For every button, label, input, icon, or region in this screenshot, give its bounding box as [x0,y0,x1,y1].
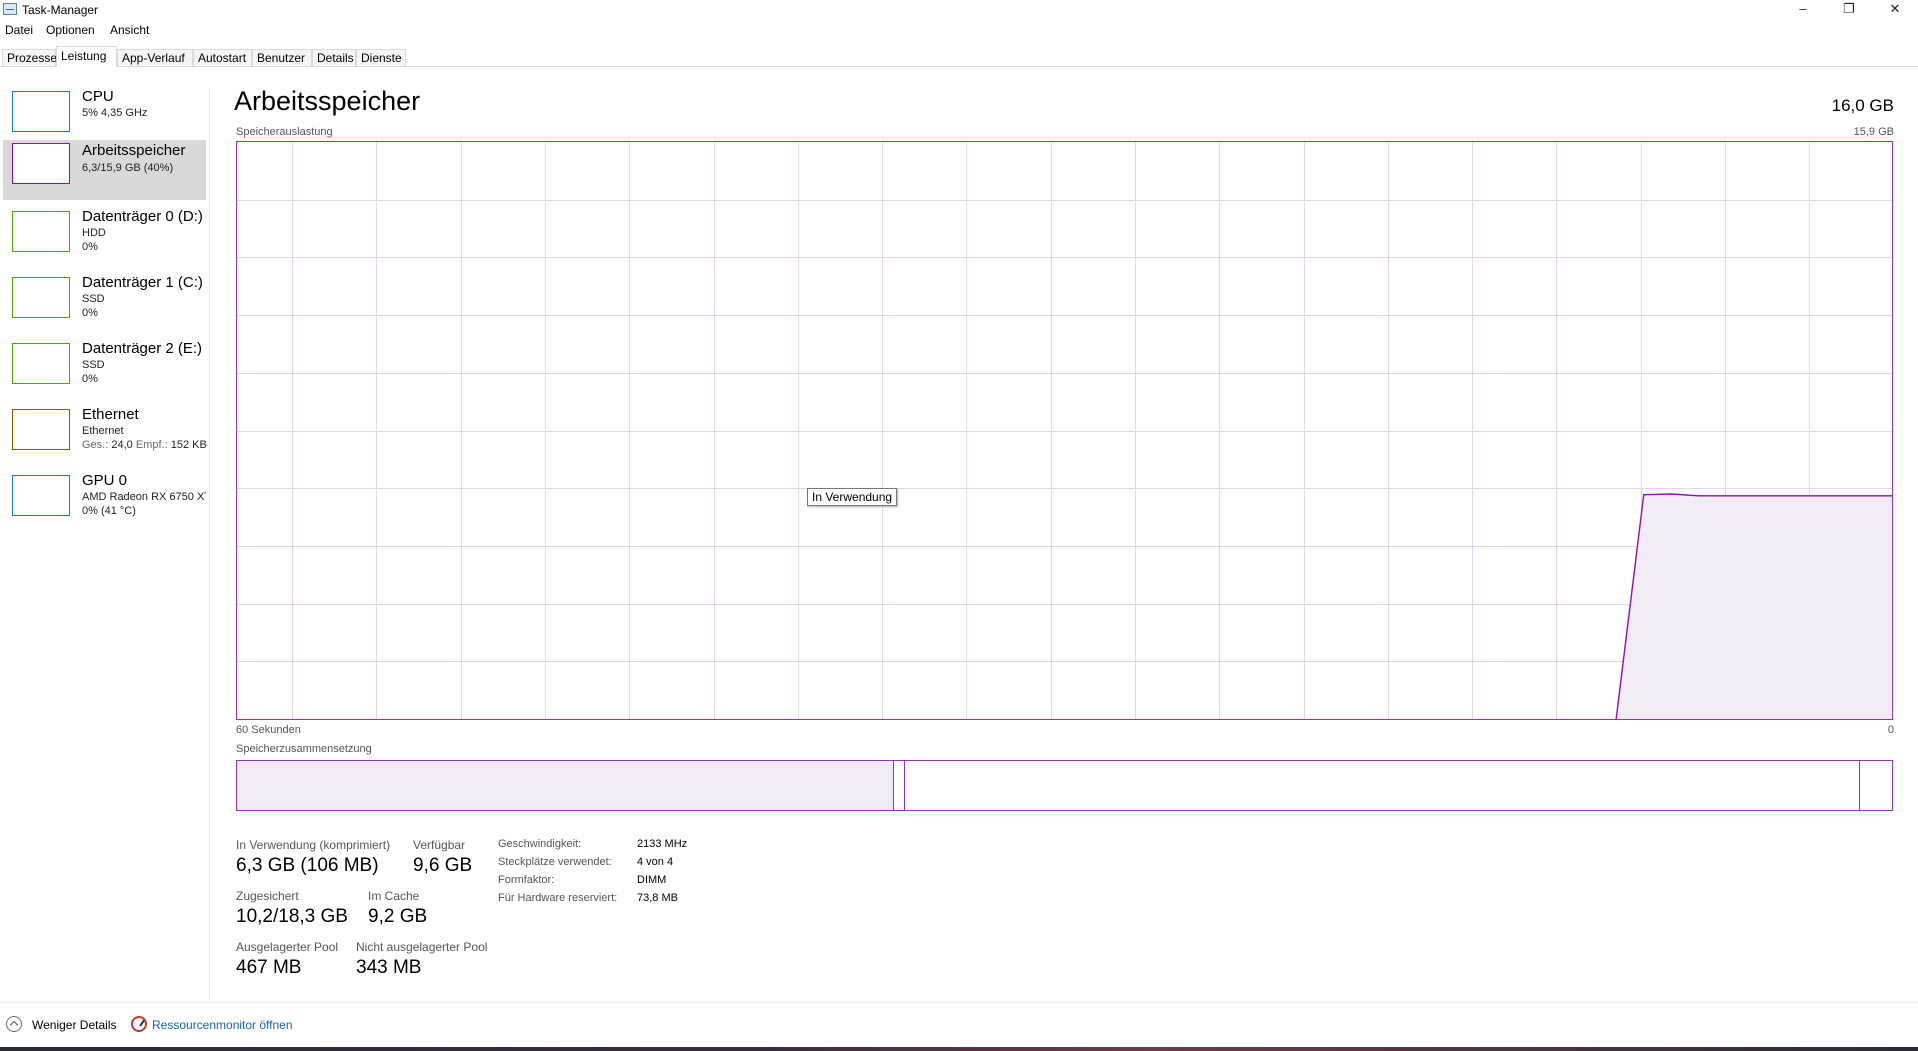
composition-label: Speicherzusammensetzung [236,743,372,755]
hardware-reserved-label: Für Hardware reserviert: [498,892,618,904]
committed-value: 10,2/18,3 GB [236,906,348,927]
resource-monitor-label: Ressourcenmonitor öffnen [152,1018,293,1032]
memory-usage-graph[interactable] [236,141,1893,720]
usage-chart-max: 15,9 GB [1853,126,1894,138]
resource-monitor-icon [131,1016,147,1032]
sidebar-item-name: Arbeitsspeicher [82,142,186,159]
send-value: 24,0 [111,439,133,451]
tab-details[interactable]: Details [312,49,356,66]
in-use-tooltip: In Verwendung [807,488,898,506]
sidebar-item-detail: 5% 4,35 GHz [82,107,148,119]
ethernet-thumbnail-graph [12,409,70,450]
sidebar-item-cpu[interactable]: CPU 5% 4,35 GHz [3,88,206,148]
tab-benutzer[interactable]: Benutzer [252,49,312,66]
footer-divider [0,1002,1918,1003]
available-label: Verfügbar [413,838,466,852]
disk0-thumbnail-graph [12,211,70,252]
sidebar-item-arbeitsspeicher[interactable]: Arbeitsspeicher 6,3/15,9 GB (40%) [3,140,206,200]
tab-dienste[interactable]: Dienste [356,49,406,66]
sidebar-item-gpu-0[interactable]: GPU 0 AMD Radeon RX 6750 XT 0% (41 °C) [3,472,206,532]
maximize-button[interactable]: ❐ [1826,0,1872,20]
receive-value: 152 KB [170,439,207,451]
sidebar-item-usage: 0% (41 °C) [82,505,136,517]
in-use-segment [237,761,893,810]
nonpaged-pool-value: 343 MB [356,957,422,978]
in-use-area [1616,494,1892,719]
cpu-thumbnail-graph [12,91,70,132]
sidebar-item-name: Datenträger 1 (C:) [82,274,203,291]
cached-label: Im Cache [368,889,420,903]
modified-segment [893,761,904,810]
hardware-reserved-value: 73,8 MB [637,892,678,904]
time-axis-end: 0 [1887,724,1894,736]
receive-label: Empf.: [135,439,168,451]
send-label: Ges.: [82,439,109,451]
chevron-up-icon [6,1016,22,1032]
sidebar-item-name: Datenträger 2 (E:) [82,340,203,357]
menu-datei[interactable]: Datei [5,23,33,37]
taskbar-edge [0,1047,1918,1051]
standby-segment [904,761,1859,810]
menu-ansicht[interactable]: Ansicht [110,23,149,37]
free-segment [1859,761,1892,810]
close-button[interactable]: ✕ [1872,0,1918,20]
title-bar[interactable]: Task-Manager – ❐ ✕ [0,0,1918,20]
sidebar-item-usage: 0% [82,241,98,253]
window-title: Task-Manager [22,3,99,17]
in-use-label: In Verwendung (komprimiert) [236,838,391,852]
tab-prozesse[interactable]: Prozesse [2,49,57,66]
tab-divider [0,66,1918,67]
sidebar-item-usage: 0% [82,307,98,319]
available-value: 9,6 GB [413,855,473,876]
sidebar-item-throughput: Ges.: 24,0 Empf.: 152 KB [82,439,207,451]
in-use-value: 6,3 GB (106 MB) [236,855,379,876]
memory-composition-bar[interactable] [236,760,1893,811]
memory-usage-plot [237,142,1892,719]
gpu-thumbnail-graph [12,475,70,516]
tab-app-verlauf[interactable]: App-Verlauf [117,49,193,66]
sidebar-item-ethernet[interactable]: Ethernet Ethernet Ges.: 24,0 Empf.: 152 … [3,406,207,466]
speed-label: Geschwindigkeit: [498,838,582,850]
page-title: Arbeitsspeicher [234,86,421,116]
sidebar-item-type: SSD [82,359,105,371]
committed-label: Zugesichert [236,889,299,903]
nonpaged-pool-label: Nicht ausgelagerter Pool [356,940,488,954]
sidebar-item-model: AMD Radeon RX 6750 XT [82,491,206,503]
sidebar-item-name: Datenträger 0 (D:) [82,208,203,225]
sidebar-item-datentraeger-0[interactable]: Datenträger 0 (D:) HDD 0% [3,208,206,268]
minimize-button[interactable]: – [1780,0,1826,20]
disk1-thumbnail-graph [12,277,70,318]
memory-thumbnail-graph [12,143,70,184]
fewer-details-label: Weniger Details [32,1018,117,1032]
form-factor-label: Formfaktor: [498,874,555,886]
total-memory: 16,0 GB [1831,96,1894,115]
sidebar-item-usage: 0% [82,373,98,385]
time-axis-start: 60 Sekunden [236,724,301,736]
slots-value: 4 von 4 [637,856,674,868]
sidebar-divider [209,88,210,998]
disk2-thumbnail-graph [12,343,70,384]
tab-autostart[interactable]: Autostart [193,49,252,66]
sidebar-item-name: GPU 0 [82,472,128,489]
usage-chart-label: Speicherauslastung [236,126,333,138]
tab-leistung[interactable]: Leistung [56,46,117,67]
sidebar-item-datentraeger-1[interactable]: Datenträger 1 (C:) SSD 0% [3,274,206,334]
menu-optionen[interactable]: Optionen [46,23,95,37]
cached-value: 9,2 GB [368,906,428,927]
speed-value: 2133 MHz [637,838,688,850]
sidebar-item-type: HDD [82,227,106,239]
paged-pool-label: Ausgelagerter Pool [236,940,339,954]
sidebar-item-detail: 6,3/15,9 GB (40%) [82,162,174,174]
sidebar-item-type: SSD [82,293,105,305]
slots-label: Steckplätze verwendet: [498,856,612,868]
form-factor-value: DIMM [637,874,667,886]
performance-sidebar: CPU 5% 4,35 GHz Arbeitsspeicher 6,3/15,9… [0,88,210,998]
sidebar-item-adapter: Ethernet [82,425,124,437]
sidebar-item-name: CPU [82,88,114,105]
task-manager-icon [3,3,17,15]
sidebar-item-name: Ethernet [82,406,139,423]
sidebar-item-datentraeger-2[interactable]: Datenträger 2 (E:) SSD 0% [3,340,206,400]
paged-pool-value: 467 MB [236,957,302,978]
